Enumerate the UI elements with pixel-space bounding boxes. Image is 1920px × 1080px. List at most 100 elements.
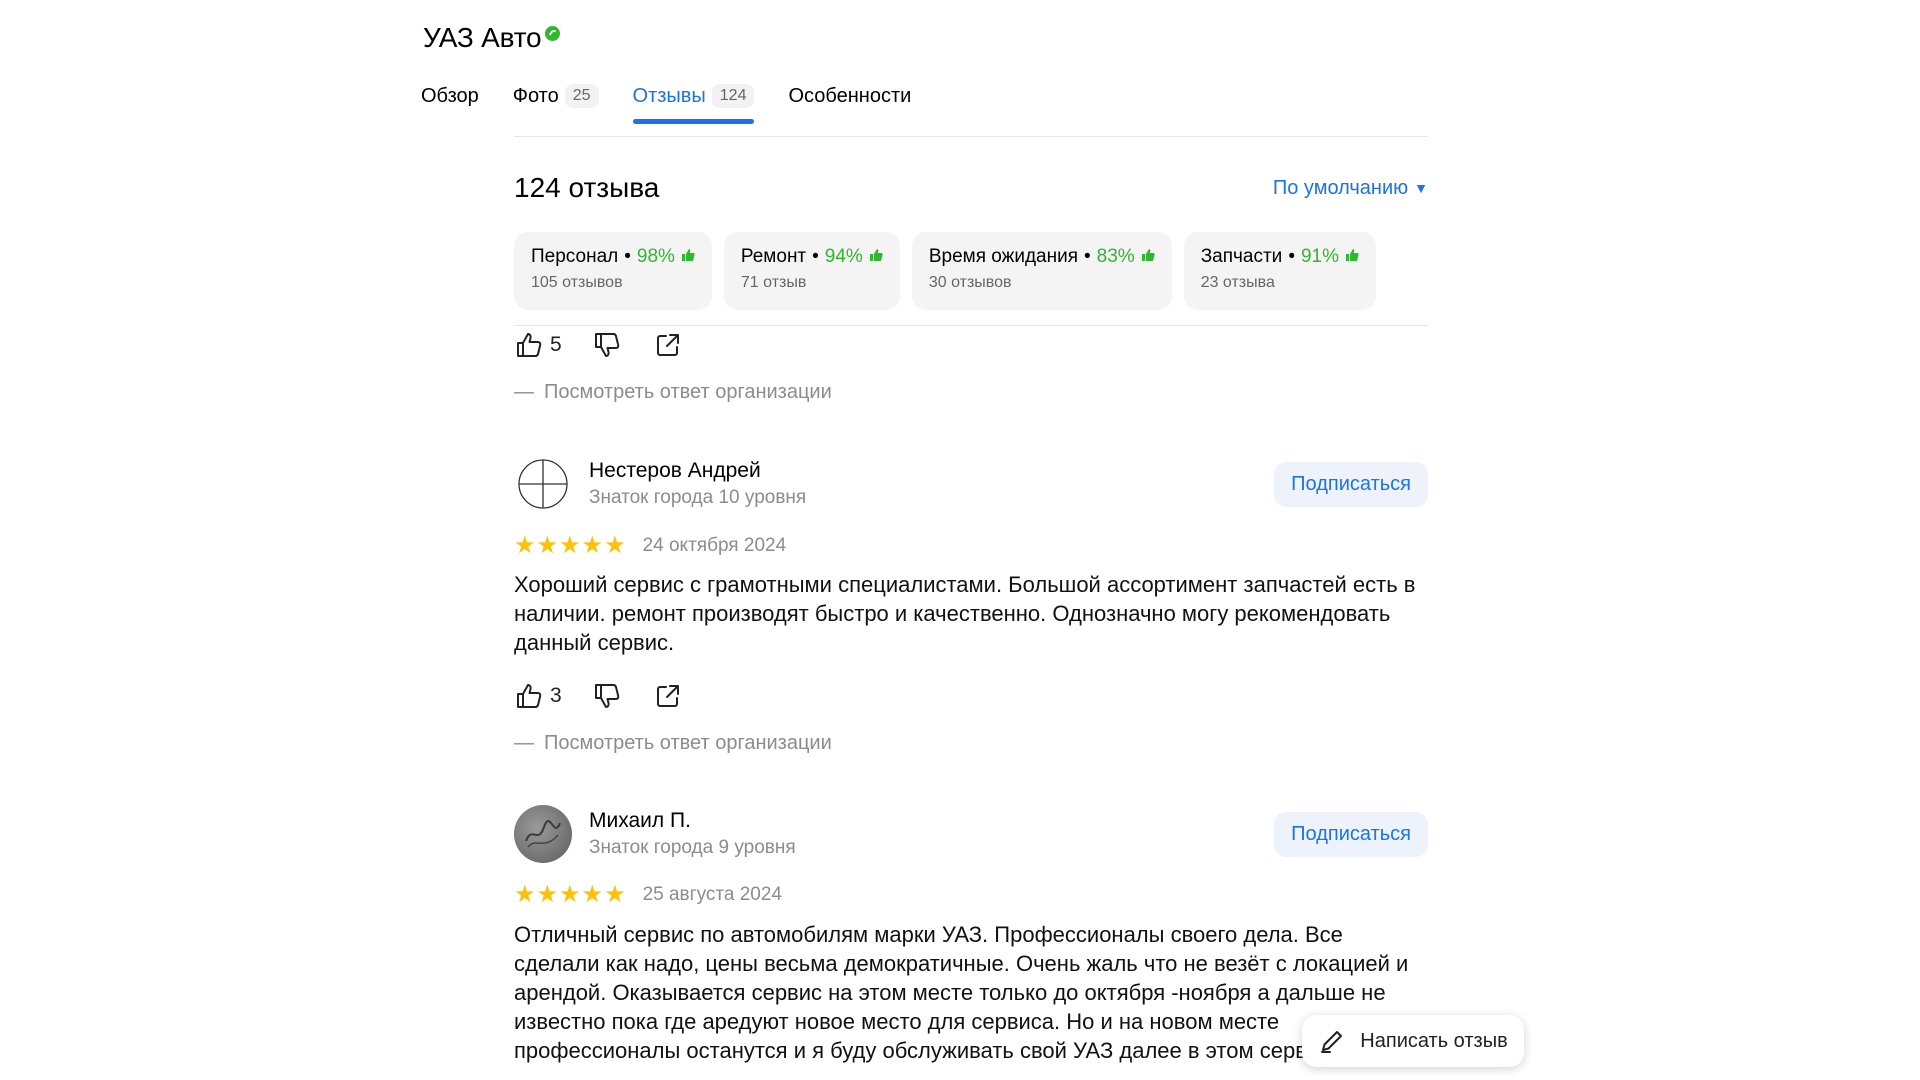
aspect-chip-parts[interactable]: Запчасти • 91% 23 отзыва	[1183, 232, 1376, 310]
share-icon	[656, 334, 679, 356]
star-icon: ★	[559, 881, 581, 908]
like-button[interactable]: 3	[514, 681, 562, 711]
review-header: Михаил П. Знаток города 9 уровня Подписа…	[514, 805, 1428, 863]
like-count: 5	[550, 333, 562, 356]
thumb-up-icon	[517, 333, 542, 357]
tab-overview[interactable]: Обзор	[421, 82, 479, 110]
tab-features-label: Особенности	[788, 84, 912, 107]
thumb-down-icon	[594, 684, 619, 708]
author-level: Знаток города 9 уровня	[589, 837, 796, 858]
view-org-reply-label: Посмотреть ответ организации	[544, 732, 832, 754]
star-icon: ★	[581, 532, 604, 559]
thumb-up-icon	[869, 246, 883, 268]
subscribe-button[interactable]: Подписаться	[1274, 461, 1428, 507]
star-rating: ★ ★ ★ ★ ★	[514, 883, 627, 907]
dislike-button[interactable]	[592, 681, 622, 711]
thumb-down-icon	[594, 333, 619, 357]
like-button[interactable]: 5	[514, 330, 562, 360]
dash-icon: —	[514, 732, 534, 754]
review-date: 25 августа 2024	[642, 884, 782, 905]
aspect-name: Время ожидания	[928, 246, 1078, 267]
write-review-label: Написать отзыв	[1360, 1029, 1508, 1052]
tab-reviews[interactable]: Отзывы 124	[632, 82, 755, 124]
share-button[interactable]	[654, 682, 682, 710]
review-actions: 3	[514, 681, 682, 711]
aspect-filters: Персонал • 98% 105 отзывов Ремонт • 94% …	[514, 232, 1388, 310]
author-info: Михаил П. Знаток города 9 уровня	[589, 809, 796, 859]
view-org-reply-link[interactable]: — Посмотреть ответ организации	[514, 381, 832, 404]
avatar[interactable]	[514, 805, 572, 863]
subscribe-button[interactable]: Подписаться	[1274, 811, 1428, 857]
aspect-count: 71 отзыв	[740, 274, 807, 291]
tab-photos-label: Фото	[512, 84, 559, 107]
aspect-percent: 98%	[636, 246, 675, 267]
share-icon	[656, 685, 679, 707]
reviews-count-title: 124 отзыва	[514, 172, 660, 203]
tabs-divider	[514, 136, 1428, 137]
thumb-up-icon	[517, 684, 542, 708]
chevron-down-icon: ▼	[1414, 180, 1428, 196]
like-count: 3	[550, 684, 562, 707]
aspect-count: 30 отзывов	[928, 274, 1012, 291]
review-header: Нестеров Андрей Знаток города 10 уровня …	[514, 455, 1428, 513]
dislike-button[interactable]	[592, 330, 622, 360]
review-date: 24 октября 2024	[642, 535, 787, 556]
avatar[interactable]	[514, 455, 572, 513]
star-icon: ★	[536, 881, 559, 908]
thumb-up-icon	[1345, 246, 1359, 268]
aspect-chip-staff[interactable]: Персонал • 98% 105 отзывов	[514, 232, 712, 310]
aspect-name: Запчасти	[1200, 246, 1283, 267]
aspects-divider	[514, 325, 1428, 326]
reviews-header: 124 отзыва По умолчанию ▼	[514, 172, 1428, 204]
verified-check-icon	[545, 26, 561, 41]
tab-reviews-label: Отзывы	[632, 84, 706, 107]
view-org-reply-label: Посмотреть ответ организации	[544, 381, 832, 403]
rating-row: ★ ★ ★ ★ ★ 24 октября 2024	[514, 534, 786, 558]
review-text: Отличный сервис по автомобилям марки УАЗ…	[514, 922, 1409, 1063]
aspect-chip-waiting-time[interactable]: Время ожидания • 83% 30 отзывов	[911, 232, 1172, 310]
aspect-name: Ремонт	[740, 246, 807, 267]
review-text: Хороший сервис с грамотными специалистам…	[514, 572, 1416, 655]
view-org-reply-link[interactable]: — Посмотреть ответ организации	[514, 732, 832, 755]
aspect-percent: 94%	[824, 246, 863, 267]
star-icon: ★	[514, 532, 536, 559]
aspect-percent: 91%	[1300, 246, 1339, 267]
tab-features[interactable]: Особенности	[788, 82, 911, 110]
star-icon: ★	[604, 532, 626, 559]
separator-dot: •	[1084, 246, 1091, 267]
tab-overview-label: Обзор	[421, 84, 479, 107]
reviews-page: УАЗ Авто Обзор Фото 25 Отзывы 124 Особен…	[0, 0, 1920, 1080]
pencil-icon	[1321, 1031, 1343, 1053]
star-icon: ★	[536, 532, 559, 559]
thumb-up-icon	[1141, 246, 1155, 268]
tab-bar: Обзор Фото 25 Отзывы 124 Особенности	[421, 82, 945, 124]
author-name[interactable]: Михаил П.	[589, 809, 796, 833]
aspect-name: Персонал	[531, 246, 619, 267]
separator-dot: •	[1288, 246, 1295, 267]
author-level: Знаток города 10 уровня	[589, 487, 807, 508]
tab-reviews-count: 124	[711, 84, 755, 108]
star-rating: ★ ★ ★ ★ ★	[514, 534, 627, 558]
prev-review-actions: 5	[514, 330, 682, 360]
star-icon: ★	[581, 881, 604, 908]
aspect-count: 105 отзывов	[531, 274, 623, 291]
sort-label: По умолчанию	[1272, 176, 1409, 199]
share-button[interactable]	[654, 331, 682, 359]
aspect-chip-repair[interactable]: Ремонт • 94% 71 отзыв	[723, 232, 900, 310]
author-name[interactable]: Нестеров Андрей	[589, 459, 806, 483]
star-icon: ★	[604, 881, 626, 908]
rating-row: ★ ★ ★ ★ ★ 25 августа 2024	[514, 883, 782, 907]
aspect-count: 23 отзыва	[1200, 274, 1275, 291]
sort-dropdown[interactable]: По умолчанию ▼	[1273, 177, 1428, 200]
aspect-percent: 83%	[1096, 246, 1135, 267]
write-review-button[interactable]: Написать отзыв	[1302, 1015, 1524, 1067]
author-info: Нестеров Андрей Знаток города 10 уровня	[589, 459, 806, 509]
tab-photos[interactable]: Фото 25	[513, 82, 599, 110]
separator-dot: •	[624, 246, 631, 267]
separator-dot: •	[812, 246, 819, 267]
thumb-up-icon	[681, 246, 695, 268]
star-icon: ★	[559, 532, 581, 559]
tab-photos-count: 25	[564, 84, 599, 108]
dash-icon: —	[514, 381, 534, 403]
star-icon: ★	[514, 881, 536, 908]
